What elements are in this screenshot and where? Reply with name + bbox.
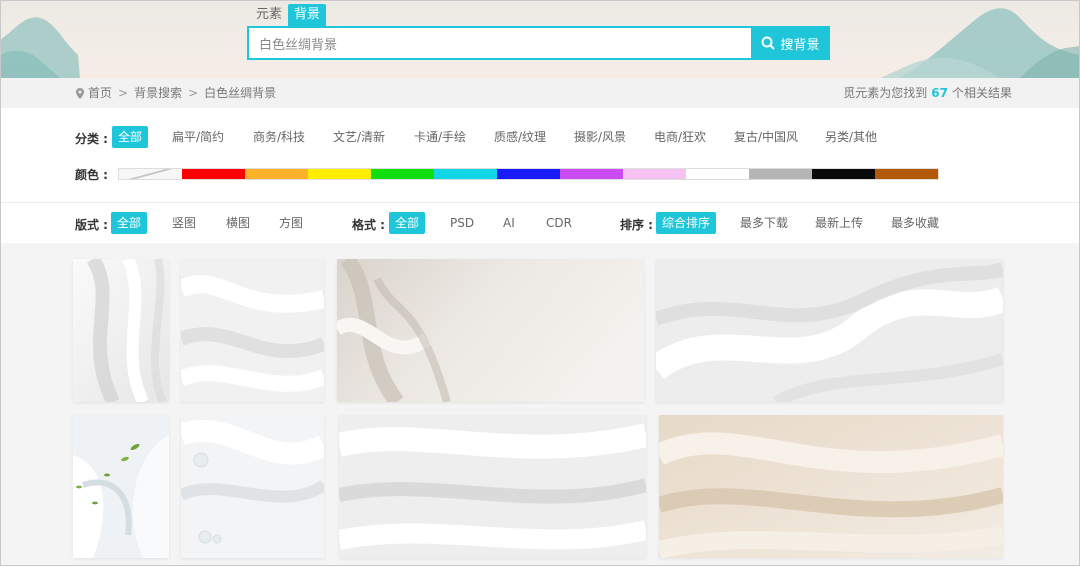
sort-label: 排序 :: [620, 218, 653, 232]
search-icon: [761, 36, 776, 50]
breadcrumb-separator: >: [188, 86, 199, 100]
header-banner: 元素 背景 搜背景: [0, 0, 1080, 78]
color-label: 颜色 :: [75, 168, 108, 182]
silk-thumb-1[interactable]: [73, 259, 169, 402]
layout-label: 版式 :: [75, 218, 108, 232]
result-suffix: 个相关结果: [951, 86, 1012, 100]
color-swatch-6[interactable]: [497, 169, 560, 179]
format-psd[interactable]: PSD: [444, 212, 480, 234]
silk-thumb-6[interactable]: [181, 415, 324, 558]
breadcrumb-separator: >: [118, 86, 129, 100]
result-prefix: 觅元素为您找到: [843, 86, 928, 100]
silk-thumb-5[interactable]: [73, 415, 169, 558]
silk-thumb-4[interactable]: [656, 259, 1003, 402]
lily-image: [73, 415, 169, 558]
sort-comprehensive[interactable]: 综合排序: [656, 212, 717, 234]
silk-image: [656, 259, 1003, 402]
category-photography[interactable]: 摄影/风景: [568, 126, 632, 148]
result-count-text: 觅元素为您找到 67 个相关结果: [843, 78, 1012, 108]
breadcrumb-current: 白色丝绸背景: [204, 86, 277, 100]
color-swatch-4[interactable]: [371, 169, 434, 179]
silk-image: [181, 259, 324, 402]
layout-portrait[interactable]: 竖图: [166, 212, 202, 234]
format-label: 格式 :: [352, 218, 385, 232]
silk-thumb-7[interactable]: [339, 415, 646, 558]
category-texture[interactable]: 质感/纹理: [488, 126, 552, 148]
sort-newest[interactable]: 最新上传: [809, 212, 869, 234]
tab-elements[interactable]: 元素: [250, 4, 288, 26]
category-other[interactable]: 另类/其他: [819, 126, 883, 148]
result-count: 67: [931, 86, 948, 100]
silk-thumb-3[interactable]: [337, 259, 644, 402]
breadcrumb-home[interactable]: 首页: [88, 78, 112, 108]
color-swatch-11[interactable]: [812, 169, 875, 179]
color-swatch-1[interactable]: [182, 169, 245, 179]
pearl-silk-image: [181, 415, 324, 558]
breadcrumb: 首页 > 背景搜索 > 白色丝绸背景: [76, 78, 276, 108]
search-type-tabs: 元素 背景: [250, 4, 327, 26]
silk-thumb-8[interactable]: [659, 415, 1003, 558]
category-ecommerce[interactable]: 电商/狂欢: [648, 126, 712, 148]
color-swatch-8[interactable]: [623, 169, 686, 179]
category-literary[interactable]: 文艺/清新: [327, 126, 391, 148]
color-swatch-12[interactable]: [875, 169, 938, 179]
color-swatch-7[interactable]: [560, 169, 623, 179]
layout-landscape[interactable]: 横图: [220, 212, 256, 234]
category-flat[interactable]: 扁平/简约: [166, 126, 230, 148]
breadcrumb-background-search[interactable]: 背景搜索: [134, 78, 182, 108]
breadcrumb-bar: 首页 > 背景搜索 > 白色丝绸背景 觅元素为您找到 67 个相关结果: [0, 78, 1080, 108]
category-all[interactable]: 全部: [112, 126, 149, 148]
sort-most-favorites[interactable]: 最多收藏: [885, 212, 945, 234]
color-swatches: [118, 168, 939, 180]
category-business[interactable]: 商务/科技: [247, 126, 311, 148]
search-input[interactable]: [247, 26, 751, 60]
category-label: 分类 :: [75, 132, 108, 146]
silk-thumb-2[interactable]: [181, 259, 324, 402]
format-ai[interactable]: AI: [497, 212, 521, 234]
silk-image: [339, 415, 646, 558]
location-pin-icon: [76, 87, 84, 99]
search-button-label: 搜背景: [780, 37, 820, 53]
category-cartoon[interactable]: 卡通/手绘: [408, 126, 472, 148]
color-swatch-5[interactable]: [434, 169, 497, 179]
category-retro[interactable]: 复古/中国风: [728, 126, 804, 148]
result-gallery: [0, 243, 1080, 566]
color-swatch-3[interactable]: [308, 169, 371, 179]
silk-image: [659, 415, 1003, 558]
color-swatch-any[interactable]: [119, 169, 182, 179]
silk-image: [337, 259, 644, 402]
tab-backgrounds[interactable]: 背景: [288, 4, 327, 26]
color-swatch-10[interactable]: [749, 169, 812, 179]
search-button[interactable]: 搜背景: [751, 26, 830, 60]
color-swatch-2[interactable]: [245, 169, 308, 179]
layout-all[interactable]: 全部: [111, 212, 148, 234]
format-all[interactable]: 全部: [389, 212, 426, 234]
layout-square[interactable]: 方图: [273, 212, 309, 234]
filter-panel: 分类 : 全部 扁平/简约 商务/科技 文艺/清新 卡通/手绘 质感/纹理 摄影…: [0, 108, 1080, 203]
silk-image: [73, 259, 169, 402]
sort-most-downloads[interactable]: 最多下载: [734, 212, 794, 234]
sort-panel: 版式 : 全部 竖图 横图 方图 格式 : 全部 PSD AI CDR 排序 :…: [0, 203, 1080, 243]
format-cdr[interactable]: CDR: [540, 212, 578, 234]
color-swatch-9[interactable]: [686, 169, 749, 179]
